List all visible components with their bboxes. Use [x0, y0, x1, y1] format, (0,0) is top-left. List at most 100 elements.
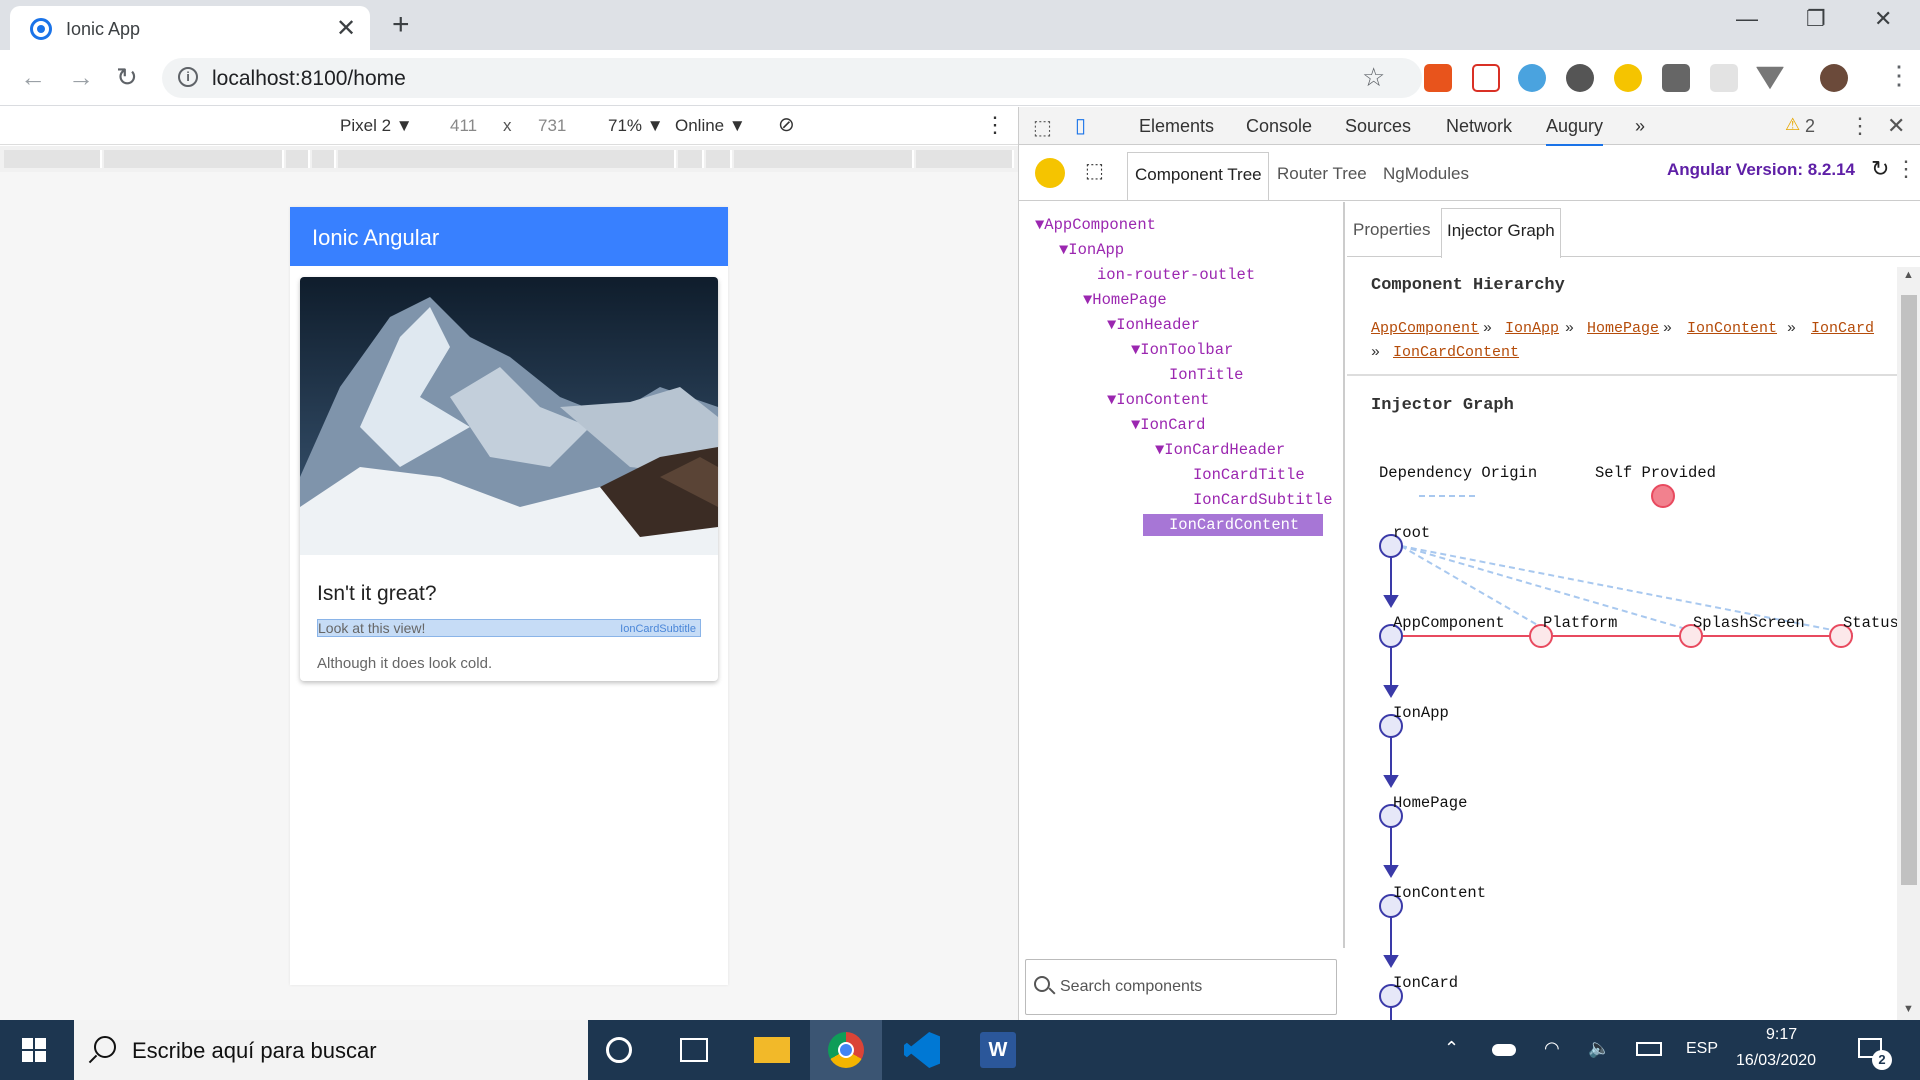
back-icon[interactable]: ←	[20, 62, 46, 93]
tree-node[interactable]: ▼IonToolbar	[1131, 341, 1233, 359]
ruler-segment[interactable]	[916, 150, 1014, 168]
augury-menu-icon[interactable]: ⋮	[1895, 156, 1917, 182]
tree-node[interactable]: ▼HomePage	[1083, 291, 1167, 309]
tree-node[interactable]: ▼IonCardHeader	[1155, 441, 1285, 459]
minimize-icon[interactable]: —	[1736, 6, 1758, 32]
browser-tab[interactable]: Ionic App ✕	[10, 6, 370, 50]
profile-avatar[interactable]	[1820, 64, 1848, 92]
chrome-taskbar-button[interactable]	[810, 1020, 882, 1080]
tab-component-tree[interactable]: Component Tree	[1127, 152, 1269, 200]
extension-off-icon[interactable]	[1424, 64, 1452, 92]
breadcrumb[interactable]: IonApp	[1505, 320, 1559, 337]
ruler-segment[interactable]	[312, 150, 336, 168]
taskbar-search-box[interactable]: Escribe aquí para buscar	[74, 1020, 588, 1080]
augury-extension-icon[interactable]	[1614, 64, 1642, 92]
graph-scrollbar[interactable]: ▲ ▼	[1897, 267, 1920, 1020]
vscode-icon[interactable]	[904, 1032, 940, 1068]
extension-icon[interactable]	[1566, 64, 1594, 92]
breadcrumb-separator: »	[1483, 320, 1493, 337]
battery-icon[interactable]	[1636, 1042, 1662, 1056]
ruler-segment[interactable]	[706, 150, 732, 168]
tree-node[interactable]: IonCardSubtitle	[1193, 491, 1333, 509]
tab-network[interactable]: Network	[1446, 116, 1512, 137]
device-toggle-icon[interactable]: ▯	[1075, 113, 1086, 138]
bookmark-star-icon[interactable]: ☆	[1362, 62, 1385, 93]
select-component-icon[interactable]: ⬚	[1085, 158, 1104, 183]
windows-start-icon[interactable]	[22, 1038, 46, 1062]
search-components-input[interactable]: Search components	[1025, 959, 1337, 1015]
close-devtools-icon[interactable]: ✕	[1887, 113, 1905, 139]
chrome-menu-icon[interactable]: ⋮	[1886, 60, 1912, 91]
media-query-ruler[interactable]	[0, 146, 1018, 172]
pdf-extension-icon[interactable]	[1472, 64, 1500, 92]
rotate-icon[interactable]: ⊘	[778, 112, 795, 137]
volume-icon[interactable]: 🔈	[1588, 1038, 1610, 1059]
language-indicator[interactable]: ESP	[1686, 1040, 1718, 1058]
tree-node[interactable]: ▼AppComponent	[1035, 216, 1156, 234]
extension-icon[interactable]	[1662, 64, 1690, 92]
breadcrumb[interactable]: IonContent	[1687, 320, 1777, 337]
tree-node[interactable]: IonCardTitle	[1193, 466, 1305, 484]
ruler-segment[interactable]	[104, 150, 284, 168]
tab-injector-graph[interactable]: Injector Graph	[1441, 208, 1561, 258]
tree-node[interactable]: ▼IonContent	[1107, 391, 1209, 409]
device-select[interactable]: Pixel 2 ▼	[340, 116, 413, 136]
tab-augury[interactable]: Augury	[1546, 116, 1604, 147]
info-icon[interactable]: i	[178, 67, 198, 87]
graph-label-platform: Platform	[1543, 614, 1618, 632]
task-view-icon[interactable]	[680, 1038, 708, 1062]
width-field[interactable]: 411	[450, 116, 477, 136]
zoom-select[interactable]: 71% ▼	[608, 116, 664, 136]
ruler-segment[interactable]	[4, 150, 102, 168]
tab-ngmodules[interactable]: NgModules	[1383, 164, 1469, 184]
tab-router-tree[interactable]: Router Tree	[1277, 164, 1367, 184]
tab-properties[interactable]: Properties	[1353, 220, 1430, 240]
restore-icon[interactable]: ❐	[1806, 6, 1826, 32]
ruler-segment[interactable]	[286, 150, 310, 168]
ruler-segment[interactable]	[678, 150, 704, 168]
cortana-icon[interactable]	[606, 1037, 632, 1063]
file-explorer-icon[interactable]	[754, 1037, 790, 1063]
ruler-segment[interactable]	[338, 150, 676, 168]
tab-console[interactable]: Console	[1246, 116, 1312, 137]
tree-node[interactable]: ▼IonApp	[1059, 241, 1124, 259]
tree-node[interactable]: ion-router-outlet	[1097, 266, 1255, 284]
tab-elements[interactable]: Elements	[1139, 116, 1214, 137]
devtools-menu-icon[interactable]: ⋮	[1849, 113, 1871, 139]
network-select[interactable]: Online ▼	[675, 116, 746, 136]
extension-icon[interactable]	[1518, 64, 1546, 92]
breadcrumb[interactable]: HomePage	[1587, 320, 1659, 337]
breadcrumb[interactable]: IonCardContent	[1393, 344, 1519, 361]
ruler-segment[interactable]	[734, 150, 914, 168]
close-window-icon[interactable]: ✕	[1874, 6, 1892, 32]
refresh-icon[interactable]: ↻	[1871, 156, 1889, 182]
scroll-up-icon[interactable]: ▲	[1903, 269, 1914, 281]
clock-time[interactable]: 9:17	[1766, 1026, 1797, 1044]
clock-date[interactable]: 16/03/2020	[1736, 1052, 1816, 1070]
height-field[interactable]: 731	[538, 116, 566, 136]
breadcrumb[interactable]: AppComponent	[1371, 320, 1479, 337]
tree-node[interactable]: ▼IonCard	[1131, 416, 1205, 434]
tree-node-selected[interactable]: IonCardContent	[1143, 514, 1324, 536]
extension-icon[interactable]	[1710, 64, 1738, 92]
show-hidden-icons[interactable]: ⌃	[1444, 1038, 1459, 1059]
scrollbar-thumb[interactable]	[1901, 295, 1917, 885]
wifi-icon[interactable]: ◠	[1544, 1038, 1560, 1059]
onedrive-icon[interactable]	[1492, 1044, 1516, 1056]
breadcrumb[interactable]: IonCard	[1811, 320, 1874, 337]
omnibox[interactable]: i localhost:8100/home ☆	[162, 58, 1422, 98]
more-tabs-icon[interactable]: »	[1635, 116, 1645, 137]
warning-count[interactable]: 2	[1805, 116, 1815, 137]
warning-icon[interactable]: ⚠	[1785, 115, 1800, 135]
forward-icon[interactable]: →	[68, 62, 94, 93]
close-tab-icon[interactable]: ✕	[336, 14, 356, 43]
tree-node[interactable]: ▼IonHeader	[1107, 316, 1200, 334]
inspect-element-icon[interactable]: ⬚	[1033, 115, 1052, 140]
tab-sources[interactable]: Sources	[1345, 116, 1411, 137]
scroll-down-icon[interactable]: ▼	[1903, 1003, 1914, 1015]
reload-icon[interactable]: ↻	[116, 62, 138, 93]
new-tab-icon[interactable]: +	[392, 8, 410, 42]
tree-node[interactable]: IonTitle	[1169, 366, 1243, 384]
word-icon[interactable]: W	[980, 1032, 1016, 1068]
more-options-icon[interactable]: ⋮	[984, 112, 1006, 138]
